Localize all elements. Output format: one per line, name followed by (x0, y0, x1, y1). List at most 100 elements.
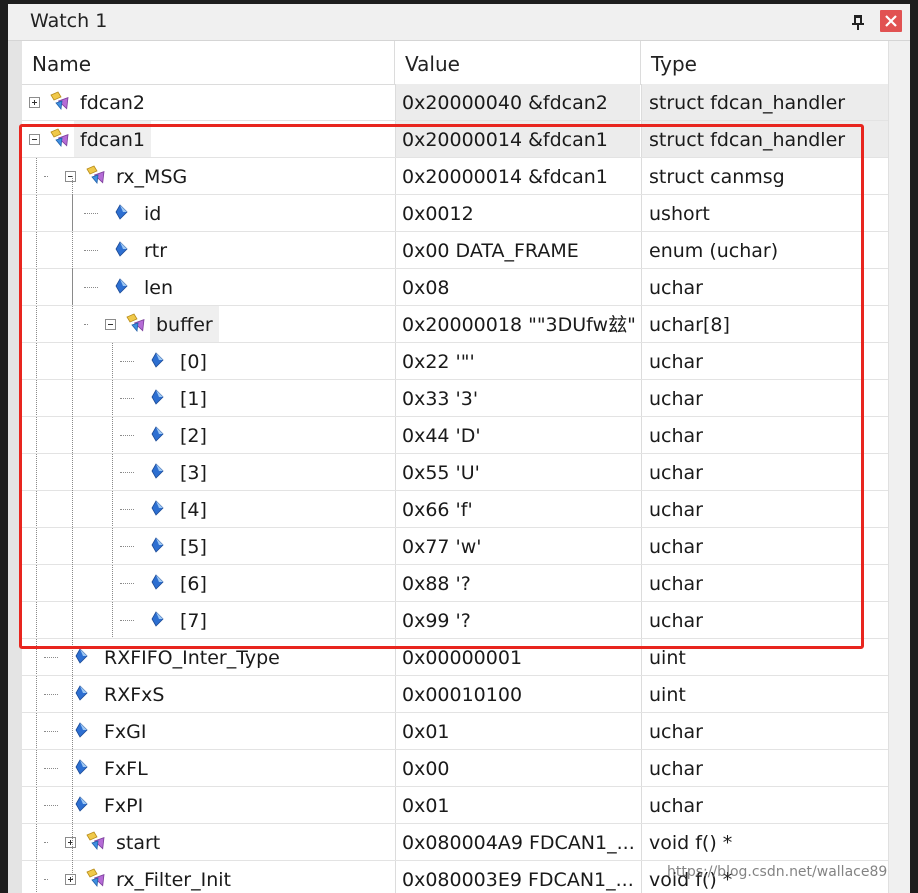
variable-icon (115, 278, 128, 294)
row-value[interactable]: 0x22 '"' (395, 343, 640, 379)
row-value[interactable]: 0x55 'U' (395, 454, 640, 490)
row-value[interactable]: 0x01 (395, 713, 640, 749)
pin-icon[interactable] (846, 10, 870, 34)
tree-guide (36, 528, 37, 564)
tree-guide (72, 176, 73, 879)
close-icon[interactable] (880, 10, 902, 32)
row-value[interactable]: 0x20000040 &fdcan2 (395, 84, 640, 120)
row-value[interactable]: 0x00000001 (395, 639, 640, 675)
variable-icon (75, 759, 88, 775)
watch-row[interactable]: FxFL 0x00 uchar (22, 750, 888, 787)
row-name[interactable]: fdcan1 (74, 121, 151, 157)
variable-icon (75, 648, 88, 664)
row-name[interactable]: [6] (174, 565, 213, 601)
row-value[interactable]: 0x66 'f' (395, 491, 640, 527)
collapse-icon[interactable] (29, 134, 40, 145)
tree-guide (36, 565, 37, 601)
row-type: uchar (641, 417, 888, 453)
row-value[interactable]: 0x080003E9 FDCAN1_... (395, 861, 640, 893)
watch-row[interactable]: [3] 0x55 'U' uchar (22, 454, 888, 491)
row-value[interactable]: 0x080004A9 FDCAN1_... (395, 824, 640, 860)
watch-row[interactable]: len 0x08 uchar (22, 269, 888, 306)
row-name[interactable]: FxFL (98, 750, 154, 786)
watch-row[interactable]: FxPI 0x01 uchar (22, 787, 888, 824)
name-cell: fdcan1 (22, 121, 394, 157)
row-name[interactable]: [7] (174, 602, 213, 638)
row-name[interactable]: start (110, 824, 166, 860)
struct-icon (50, 128, 69, 147)
watch-row[interactable]: start 0x080004A9 FDCAN1_... void f() * (22, 824, 888, 861)
watch-row[interactable]: [6] 0x88 '? uchar (22, 565, 888, 602)
watch-row[interactable]: rtr 0x00 DATA_FRAME enum (uchar) (22, 232, 888, 269)
row-value[interactable]: 0x08 (395, 269, 640, 305)
watch-row[interactable]: FxGI 0x01 uchar (22, 713, 888, 750)
title-bar: Watch 1 (8, 4, 910, 41)
row-name[interactable]: rx_Filter_Init (110, 861, 237, 893)
tree-connector (120, 361, 134, 362)
watch-row[interactable]: [0] 0x22 '"' uchar (22, 343, 888, 380)
tree-guide (112, 380, 113, 416)
row-name[interactable]: fdcan2 (74, 84, 151, 120)
row-name[interactable]: FxPI (98, 787, 149, 823)
expand-icon[interactable] (65, 837, 76, 848)
watch-row[interactable]: id 0x0012 ushort (22, 195, 888, 232)
row-name[interactable]: RXFIFO_Inter_Type (98, 639, 286, 675)
column-header-type[interactable]: Type (641, 41, 888, 84)
name-cell: rx_MSG (22, 158, 394, 194)
row-name[interactable]: [0] (174, 343, 213, 379)
column-header-name[interactable]: Name (22, 41, 394, 84)
row-value[interactable]: 0x88 '? (395, 565, 640, 601)
row-value[interactable]: 0x01 (395, 787, 640, 823)
watch-row[interactable]: rx_MSG 0x20000014 &fdcan1 struct canmsg (22, 158, 888, 195)
row-name[interactable]: [5] (174, 528, 213, 564)
row-value[interactable]: 0x99 '? (395, 602, 640, 638)
tree-guide (36, 491, 37, 527)
row-value[interactable]: 0x20000018 ""3DUfw玆" (395, 306, 640, 342)
column-header-value[interactable]: Value (395, 41, 640, 84)
row-type: struct fdcan_handler (641, 84, 888, 120)
watch-row[interactable]: [2] 0x44 'D' uchar (22, 417, 888, 454)
row-value[interactable]: 0x44 'D' (395, 417, 640, 453)
tree-guide (112, 343, 113, 379)
row-value[interactable]: 0x20000014 &fdcan1 (395, 121, 640, 157)
watch-row[interactable]: [7] 0x99 '? uchar (22, 602, 888, 639)
row-name[interactable]: [3] (174, 454, 213, 490)
name-cell: [7] (22, 602, 394, 638)
variable-icon (151, 389, 164, 405)
row-name[interactable]: [2] (174, 417, 213, 453)
row-name[interactable]: len (138, 269, 179, 305)
watch-row[interactable]: fdcan2 0x20000040 &fdcan2 struct fdcan_han… (22, 84, 888, 121)
watch-row[interactable]: [4] 0x66 'f' uchar (22, 491, 888, 528)
row-name[interactable]: [1] (174, 380, 213, 416)
row-name[interactable]: [4] (174, 491, 213, 527)
row-value[interactable]: 0x77 'w' (395, 528, 640, 564)
row-name[interactable]: id (138, 195, 167, 231)
row-value[interactable]: 0x00 DATA_FRAME (395, 232, 640, 268)
watch-row[interactable]: [1] 0x33 '3' uchar (22, 380, 888, 417)
row-value[interactable]: 0x33 '3' (395, 380, 640, 416)
expand-icon[interactable] (29, 97, 40, 108)
collapse-icon[interactable] (105, 319, 116, 330)
name-cell: FxPI (22, 787, 394, 823)
row-name[interactable]: buffer (150, 306, 219, 342)
vertical-scrollbar[interactable] (888, 41, 910, 893)
row-value[interactable]: 0x00 (395, 750, 640, 786)
row-type: uchar (641, 269, 888, 305)
row-name[interactable]: FxGI (98, 713, 153, 749)
watch-row[interactable]: RXFIFO_Inter_Type 0x00000001 uint (22, 639, 888, 676)
row-type: uchar (641, 491, 888, 527)
tree-connector (84, 287, 98, 288)
collapse-icon[interactable] (65, 171, 76, 182)
row-name[interactable]: RXFxS (98, 676, 170, 712)
watch-row[interactable]: buffer 0x20000018 ""3DUfw玆" uchar[8] (22, 306, 888, 343)
row-name[interactable]: rx_MSG (110, 158, 193, 194)
watch-row[interactable]: [5] 0x77 'w' uchar (22, 528, 888, 565)
row-value[interactable]: 0x00010100 (395, 676, 640, 712)
row-value[interactable]: 0x0012 (395, 195, 640, 231)
row-value[interactable]: 0x20000014 &fdcan1 (395, 158, 640, 194)
expand-icon[interactable] (65, 874, 76, 885)
row-name[interactable]: rtr (138, 232, 173, 268)
tree-guide (36, 639, 37, 675)
watch-row[interactable]: fdcan1 0x20000014 &fdcan1 struct fdcan_han… (22, 121, 888, 158)
watch-row[interactable]: RXFxS 0x00010100 uint (22, 676, 888, 713)
